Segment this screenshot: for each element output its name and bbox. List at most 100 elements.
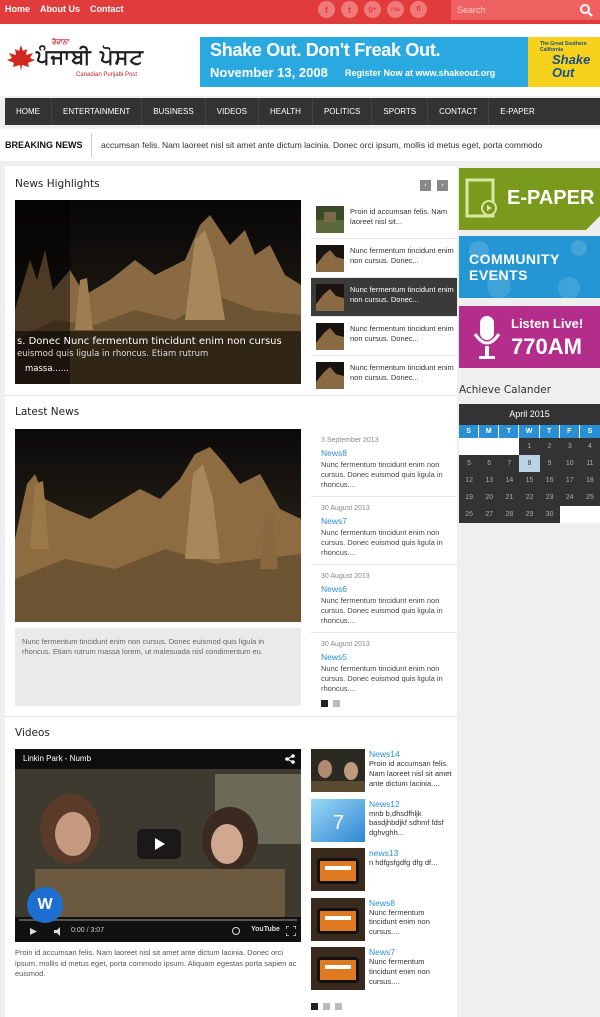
list-item[interactable]: 30 August 2013 News6 Nunc fermentum tinc… bbox=[311, 565, 457, 633]
nav-contact[interactable]: CONTACT bbox=[428, 98, 490, 125]
latest-main-image[interactable] bbox=[15, 429, 301, 622]
breaking-news-ticker[interactable]: accumsan felis. Nam laoreet nisl sit ame… bbox=[101, 140, 542, 150]
site-logo[interactable]: ਰੋਜ਼ਾਨਾ ਪੰਜਾਬੀ ਪੋਸਟ Canadian Punjabi Pos… bbox=[6, 38, 166, 88]
calendar-day[interactable]: 2 bbox=[539, 438, 560, 455]
calendar-day[interactable]: 16 bbox=[539, 472, 560, 489]
video-title-link[interactable]: News7 bbox=[369, 947, 395, 957]
calendar-day[interactable]: 3 bbox=[559, 438, 580, 455]
calendar-day[interactable]: 8 bbox=[519, 455, 540, 472]
nav-health[interactable]: HEALTH bbox=[259, 98, 313, 125]
search-icon[interactable] bbox=[579, 3, 593, 17]
video-thumbnail: 7 bbox=[311, 798, 365, 842]
calendar-day[interactable]: 7 bbox=[499, 455, 520, 472]
highlight-item-active[interactable]: Nunc fermentum tincidunt enim non cursus… bbox=[311, 278, 457, 317]
nav-entertainment[interactable]: ENTERTAINMENT bbox=[52, 98, 143, 125]
calendar-day[interactable]: 17 bbox=[559, 472, 580, 489]
google-plus-icon[interactable]: g+ bbox=[364, 1, 381, 18]
list-item[interactable]: 30 August 2013 News5 Nunc fermentum tinc… bbox=[311, 633, 457, 701]
play-small-icon[interactable] bbox=[29, 927, 38, 936]
news-title-link[interactable]: News6 bbox=[321, 584, 347, 594]
calendar-day[interactable]: 22 bbox=[519, 489, 540, 506]
pager-dot-active[interactable] bbox=[321, 700, 328, 707]
rss-icon[interactable]: rss bbox=[387, 1, 404, 18]
list-item[interactable]: News7 Nunc fermentum tincidunt enim non … bbox=[311, 947, 457, 997]
nav-epaper[interactable]: E-PAPER bbox=[489, 98, 546, 125]
highlight-item[interactable]: Nunc fermentum tincidunt enim non cursus… bbox=[311, 356, 457, 395]
highlight-item[interactable]: Nunc fermentum tincidunt enim non cursus… bbox=[311, 317, 457, 356]
settings-icon[interactable] bbox=[232, 927, 240, 935]
calendar-day[interactable]: 10 bbox=[559, 455, 580, 472]
video-title-link[interactable]: News12 bbox=[369, 799, 400, 809]
ad-banner[interactable]: Shake Out. Don't Freak Out. November 13,… bbox=[200, 37, 600, 87]
calendar-day[interactable]: 27 bbox=[479, 506, 500, 523]
community-events-button[interactable]: COMMUNITY EVENTS bbox=[459, 236, 600, 298]
facebook-icon[interactable]: f bbox=[318, 1, 335, 18]
banner-badge-big: Shake Out bbox=[552, 52, 591, 80]
top-link-home[interactable]: Home bbox=[5, 4, 30, 14]
volume-icon[interactable] bbox=[53, 927, 64, 936]
video-title-link[interactable]: news13 bbox=[369, 848, 398, 858]
list-item[interactable]: news13 n hdfgsfgdfg dfg df... bbox=[311, 848, 457, 898]
calendar-day[interactable]: 20 bbox=[479, 489, 500, 506]
play-button[interactable] bbox=[137, 829, 181, 859]
search-input[interactable] bbox=[451, 0, 571, 20]
pager-dot[interactable] bbox=[333, 700, 340, 707]
nav-politics[interactable]: POLITICS bbox=[313, 98, 373, 125]
nav-sports[interactable]: SPORTS bbox=[372, 98, 429, 125]
calendar-day[interactable]: 15 bbox=[519, 472, 540, 489]
calendar-day[interactable]: 21 bbox=[499, 489, 520, 506]
calendar-day[interactable]: 26 bbox=[459, 506, 480, 523]
fullscreen-icon[interactable] bbox=[286, 926, 296, 936]
calendar-day[interactable]: 25 bbox=[579, 489, 600, 506]
list-item[interactable]: News14 Proin id accumsan felis. Nam laor… bbox=[311, 749, 457, 799]
share-icon[interactable] bbox=[285, 754, 295, 764]
twitter-icon[interactable]: t bbox=[341, 1, 358, 18]
news-title-link[interactable]: News7 bbox=[321, 516, 347, 526]
flickr-icon[interactable]: fl bbox=[410, 1, 427, 18]
calendar-day[interactable]: 19 bbox=[459, 489, 480, 506]
news-title-link[interactable]: News8 bbox=[321, 448, 347, 458]
nav-business[interactable]: BUSINESS bbox=[142, 98, 206, 125]
epaper-button[interactable]: E-PAPER bbox=[459, 168, 600, 230]
prev-arrow-icon[interactable]: ‹ bbox=[420, 180, 431, 191]
pager-dot-active[interactable] bbox=[311, 1003, 318, 1010]
calendar-day[interactable]: 13 bbox=[479, 472, 500, 489]
divider bbox=[5, 716, 457, 717]
nav-home[interactable]: HOME bbox=[5, 98, 52, 125]
list-item[interactable]: 30 August 2013 News7 Nunc fermentum tinc… bbox=[311, 497, 457, 565]
calendar-day[interactable]: 30 bbox=[539, 506, 560, 523]
news-title-link[interactable]: News5 bbox=[321, 652, 347, 662]
top-link-contact[interactable]: Contact bbox=[90, 4, 124, 14]
calendar-day[interactable]: 28 bbox=[499, 506, 520, 523]
list-item[interactable]: 7 News12 mnb b,dhsdfhljk basdjhbdjkf sdh… bbox=[311, 798, 457, 849]
calendar-day[interactable]: 18 bbox=[579, 472, 600, 489]
breaking-news-bar: BREAKING NEWS accumsan felis. Nam laoree… bbox=[0, 129, 600, 161]
youtube-logo[interactable]: YouTube bbox=[251, 926, 280, 933]
nav-videos[interactable]: VIDEOS bbox=[206, 98, 259, 125]
calendar-day[interactable]: 9 bbox=[539, 455, 560, 472]
next-arrow-icon[interactable]: › bbox=[437, 180, 448, 191]
listen-live-button[interactable]: Listen Live! 770AM bbox=[459, 306, 600, 368]
calendar-day[interactable]: 12 bbox=[459, 472, 480, 489]
highlight-item[interactable]: Proin id accumsan felis. Nam laoreet nis… bbox=[311, 200, 457, 239]
calendar-day[interactable]: 14 bbox=[499, 472, 520, 489]
top-link-about[interactable]: About Us bbox=[40, 4, 80, 14]
calendar-day[interactable]: 29 bbox=[519, 506, 540, 523]
video-title-link[interactable]: News14 bbox=[369, 749, 400, 759]
video-title-link[interactable]: News8 bbox=[369, 898, 395, 908]
highlight-main-image[interactable]: s. Donec Nunc fermentum tincidunt enim n… bbox=[15, 200, 301, 384]
video-player[interactable]: Linkin Park - Numb W 0:00 / 3:07 YouTube bbox=[15, 749, 301, 942]
calendar-day[interactable]: 1 bbox=[519, 438, 540, 455]
list-item[interactable]: News8 Nunc fermentum tincidunt enim non … bbox=[311, 897, 457, 948]
pager-dot[interactable] bbox=[335, 1003, 342, 1010]
calendar-day[interactable]: 6 bbox=[479, 455, 500, 472]
highlight-item[interactable]: Nunc fermentum tincidunt enim non cursus… bbox=[311, 239, 457, 278]
calendar-day[interactable]: 23 bbox=[539, 489, 560, 506]
list-item[interactable]: 3 September 2013 News8 Nunc fermentum ti… bbox=[311, 429, 457, 497]
calendar-day[interactable]: 11 bbox=[579, 455, 600, 472]
calendar-day[interactable]: 5 bbox=[459, 455, 480, 472]
video-item-description: mnb b,dhsdfhljk basdjhbdjkf sdhmf fdsf d… bbox=[369, 808, 444, 838]
calendar-day[interactable]: 4 bbox=[579, 438, 600, 455]
calendar-day[interactable]: 24 bbox=[559, 489, 580, 506]
pager-dot[interactable] bbox=[323, 1003, 330, 1010]
